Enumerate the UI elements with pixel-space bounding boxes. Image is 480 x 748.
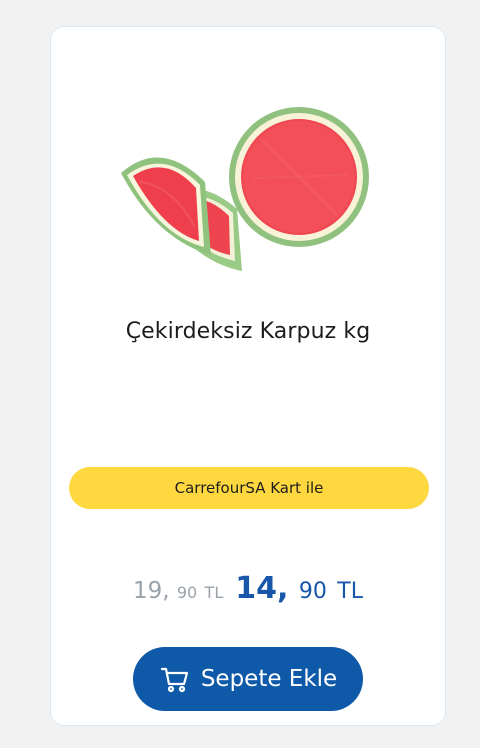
product-image[interactable] [117,87,371,287]
old-price-whole: 19, [132,578,170,604]
old-price: 19, 90 TL [133,578,223,604]
price-row: 19, 90 TL 14, 90 TL [51,571,445,606]
add-to-cart-button[interactable]: Sepete Ekle [133,647,363,711]
watermelon-image [121,107,369,271]
cart-icon [159,663,191,695]
add-to-cart-label: Sepete Ekle [200,666,338,692]
old-price-currency: TL [204,583,224,602]
new-price-whole: 14, [235,571,289,606]
product-title[interactable]: Çekirdeksiz Karpuz kg [51,319,445,344]
new-price-currency: TL [337,579,363,604]
promotion-label: CarrefourSA Kart ile [174,479,324,497]
product-card[interactable]: Çekirdeksiz Karpuz kg CarrefourSA Kart i… [50,26,446,726]
old-price-decimal: 90 [176,583,198,602]
new-price: 14, 90 TL [235,571,363,606]
new-price-decimal: 90 [298,579,327,604]
promotion-badge: CarrefourSA Kart ile [69,467,429,509]
